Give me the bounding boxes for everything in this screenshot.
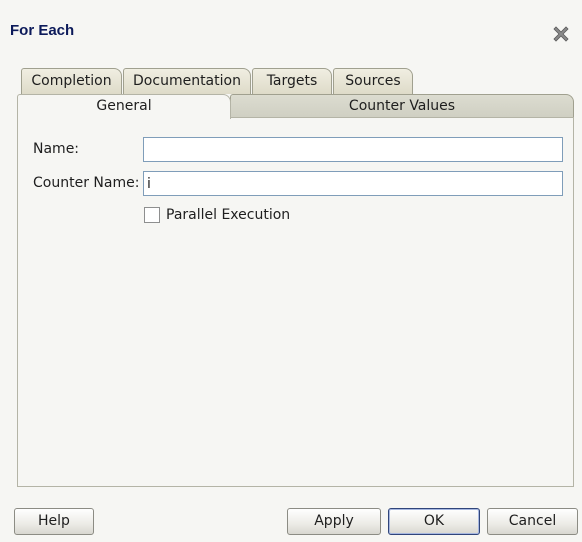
tab-documentation-label: Documentation xyxy=(133,73,241,89)
tab-documentation[interactable]: Documentation xyxy=(123,68,251,94)
tab-sources[interactable]: Sources xyxy=(333,68,413,94)
ok-button[interactable]: OK xyxy=(388,508,480,535)
apply-button[interactable]: Apply xyxy=(287,508,381,535)
tab-completion-label: Completion xyxy=(31,73,112,89)
tab-counter-values[interactable]: Counter Values xyxy=(230,94,574,118)
counter-name-field[interactable] xyxy=(143,171,563,196)
tab-completion[interactable]: Completion xyxy=(21,68,122,94)
tab-targets[interactable]: Targets xyxy=(252,68,332,94)
dialog-title: For Each xyxy=(10,22,75,39)
tab-sources-label: Sources xyxy=(345,73,401,89)
tab-general[interactable]: General xyxy=(17,94,231,119)
for-each-dialog: For Each Completion Documentation Target… xyxy=(0,0,582,542)
tab-targets-label: Targets xyxy=(266,73,318,89)
name-label: Name: xyxy=(33,141,80,157)
cancel-button[interactable]: Cancel xyxy=(487,508,578,535)
tab-counter-values-label: Counter Values xyxy=(348,98,456,114)
help-button[interactable]: Help xyxy=(14,508,94,535)
parallel-execution-label: Parallel Execution xyxy=(166,207,291,223)
tab-general-label: General xyxy=(96,98,152,114)
counter-name-label: Counter Name: xyxy=(33,175,140,191)
name-field[interactable] xyxy=(143,137,563,162)
parallel-execution-checkbox[interactable] xyxy=(144,207,160,223)
close-icon[interactable] xyxy=(551,24,571,44)
